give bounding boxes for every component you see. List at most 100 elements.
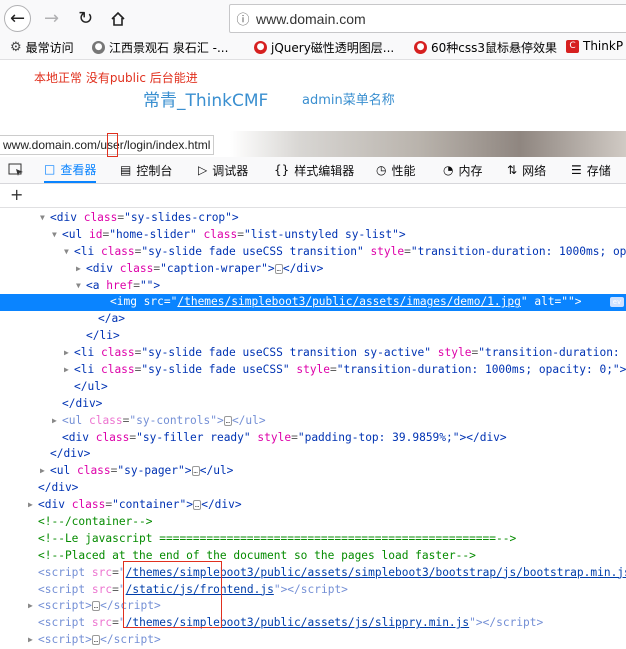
arrow-left-icon: ←	[9, 8, 26, 29]
tree-node[interactable]: ▶ <ul class="sy-pager">… </ul>	[0, 463, 626, 480]
tree-node[interactable]: ▼ <a href="">	[0, 278, 626, 295]
tree-node[interactable]: <!--/container-->	[0, 514, 626, 531]
tree-node: </a>	[98, 312, 125, 326]
bookmark-label: 最常访问	[25, 41, 74, 55]
ellipsis-icon[interactable]: …	[91, 635, 101, 646]
pick-element-icon	[8, 163, 23, 176]
home-button[interactable]	[104, 5, 131, 32]
braces-icon: {}	[274, 163, 290, 177]
tab-storage[interactable]: ☰ 存储	[571, 157, 611, 183]
tab-performance[interactable]: ◷ 性能	[376, 157, 416, 183]
ellipsis-icon[interactable]: …	[91, 601, 101, 612]
markup-tree: ▼ <div class="sy-slides-crop"> ▼ <ul id="h…	[0, 210, 626, 649]
tree-node[interactable]: <!--Placed at the end of the document so…	[0, 548, 626, 565]
expand-toggle-icon[interactable]: ▼	[64, 244, 69, 261]
event-badge[interactable]: ev	[610, 297, 624, 308]
tree-node[interactable]: ▼ <li class="sy-slide fade useCSS transit…	[0, 244, 626, 261]
gauge-icon: ◷	[376, 163, 387, 177]
tree-node[interactable]: <script src="/themes/simpleboot3/public/…	[0, 615, 626, 632]
tab-label: 存储	[586, 163, 611, 178]
tree-node[interactable]: ▶ <script>… </script>	[0, 632, 626, 649]
reload-button[interactable]: ↻	[72, 5, 99, 32]
debugger-icon: ▷	[198, 163, 208, 177]
expand-toggle-icon[interactable]: ▶	[28, 497, 33, 514]
tree-node[interactable]: <script src="/themes/simpleboot3/public/…	[0, 565, 626, 582]
highlight-mark	[107, 133, 118, 157]
tab-inspector[interactable]: □ 查看器	[44, 157, 97, 183]
devtools-tab-bar: □ 查看器 ▤ 控制台 ▷ 调试器 {} 样式编辑器 ◷ 性能 ◔ 内存 ⇅ 网络 ☰ 存储	[0, 157, 626, 184]
bookmark-item[interactable]: C ThinkP	[566, 39, 623, 53]
tree-node[interactable]: ▼ <div class="sy-slides-crop">	[0, 210, 626, 227]
expand-toggle-icon[interactable]: ▶	[28, 632, 33, 649]
address-url[interactable]: www.domain.com	[256, 11, 366, 27]
ellipsis-icon[interactable]: …	[223, 415, 232, 426]
highlight-box	[123, 561, 222, 628]
gear-icon: ⚙	[10, 40, 22, 55]
tree-node[interactable]: ▶ <div class="caption-wraper">… </div>	[0, 261, 626, 278]
expand-toggle-icon[interactable]: ▼	[52, 227, 57, 244]
tree-node: </div>	[62, 396, 103, 410]
tree-node: </li>	[86, 329, 120, 343]
back-button[interactable]: ←	[4, 5, 31, 32]
expand-toggle-icon[interactable]: ▶	[76, 261, 81, 278]
tree-node[interactable]: <!--Le javascript ======================…	[0, 531, 626, 548]
tree-node-selected[interactable]: <img src="/themes/simpleboot3/public/ass…	[0, 294, 626, 312]
site-icon: ●	[414, 41, 427, 54]
expand-toggle-icon[interactable]: ▶	[64, 362, 69, 379]
forward-button[interactable]: →	[38, 5, 65, 32]
expand-toggle-icon[interactable]: ▶	[64, 345, 69, 362]
storage-icon: ☰	[571, 163, 582, 177]
bookmark-label: jQuery磁性透明图层...	[271, 41, 395, 55]
tab-debugger[interactable]: ▷ 调试器	[198, 157, 248, 183]
tab-network[interactable]: ⇅ 网络	[507, 157, 546, 183]
tab-label: 样式编辑器	[294, 163, 355, 178]
inspector-toolbar: +	[0, 184, 626, 208]
tree-node[interactable]: ▶ <script>… </script>	[0, 598, 626, 615]
expand-toggle-icon[interactable]: ▶	[52, 413, 57, 430]
tab-console[interactable]: ▤ 控制台	[120, 157, 172, 183]
tab-label: 控制台	[136, 163, 173, 178]
tree-node: </ul>	[74, 379, 108, 393]
ellipsis-icon[interactable]: …	[192, 500, 202, 511]
tab-label: 性能	[391, 163, 416, 178]
tree-node[interactable]: ▶ <div class="container">… </div>	[0, 497, 626, 514]
bookmarks-bar: ⚙ 最常访问 ● 江西景观石 泉石汇 -... ● jQuery磁性透明图层..…	[0, 36, 626, 60]
address-bar[interactable]: ⓘ www.domain.com	[229, 4, 626, 33]
ellipsis-icon[interactable]: …	[191, 466, 200, 477]
tree-node[interactable]: <div class="sy-filler ready" style="padd…	[0, 430, 626, 447]
tab-label: 内存	[458, 163, 483, 178]
tab-label: 查看器	[60, 162, 97, 177]
site-icon: ●	[254, 41, 267, 54]
tab-label: 网络	[522, 163, 547, 178]
globe-icon: ●	[92, 41, 105, 54]
pick-element-button[interactable]	[8, 157, 24, 183]
ellipsis-icon[interactable]: …	[274, 263, 283, 274]
memory-icon: ◔	[443, 163, 454, 177]
tab-label: 调试器	[212, 163, 249, 178]
tree-node[interactable]: ▼ <ul id="home-slider" class="list-unstyl…	[0, 227, 626, 244]
bookmark-label: 60种css3鼠标悬停效果	[431, 41, 558, 55]
admin-menu-link[interactable]: admin菜单名称	[302, 89, 395, 108]
expand-toggle-icon[interactable]: ▶	[40, 463, 45, 480]
tree-node[interactable]: ▶ <li class="sy-slide fade useCSS" style=…	[0, 362, 626, 379]
add-node-button[interactable]: +	[10, 185, 23, 204]
tree-node[interactable]: ▶ <li class="sy-slide fade useCSS transit…	[0, 345, 626, 362]
notice-text: 本地正常 没有public 后台能进	[34, 71, 198, 85]
tab-memory[interactable]: ◔ 内存	[443, 157, 483, 183]
bookmark-label: 江西景观石 泉石汇 -...	[109, 41, 229, 55]
tab-style-editor[interactable]: {} 样式编辑器	[274, 157, 354, 183]
tree-node[interactable]: ▶ <ul class="sy-controls">… </ul>	[0, 413, 626, 430]
bookmark-label: ThinkP	[583, 39, 624, 53]
bookmark-most-visited[interactable]: ⚙ 最常访问	[10, 39, 74, 56]
expand-toggle-icon[interactable]: ▼	[76, 278, 81, 295]
bookmark-item[interactable]: ● 60种css3鼠标悬停效果	[414, 39, 557, 56]
bookmark-item[interactable]: ● jQuery磁性透明图层...	[254, 39, 394, 56]
tree-node[interactable]: <script src="/static/js/frontend.js"></s…	[0, 582, 626, 599]
bookmark-item[interactable]: ● 江西景观石 泉石汇 -...	[92, 39, 228, 56]
expand-toggle-icon[interactable]: ▼	[40, 210, 45, 227]
info-icon[interactable]: ⓘ	[230, 9, 256, 28]
site-brand[interactable]: 常青_ThinkCMF	[143, 86, 268, 111]
expand-toggle-icon[interactable]: ▶	[28, 598, 33, 615]
home-icon	[110, 11, 125, 26]
browser-nav-bar: ← → ↻ ⓘ www.domain.com	[0, 0, 626, 36]
